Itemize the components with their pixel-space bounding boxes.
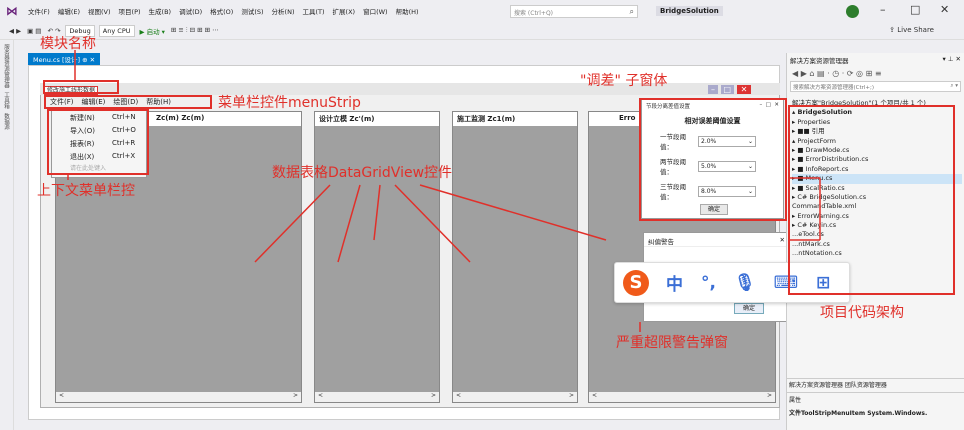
pointer-line — [419, 184, 607, 241]
annotation-lines — [67, 50, 821, 332]
pointer-line — [254, 184, 331, 263]
pointer-line — [373, 184, 381, 241]
pointer-line — [337, 184, 361, 263]
